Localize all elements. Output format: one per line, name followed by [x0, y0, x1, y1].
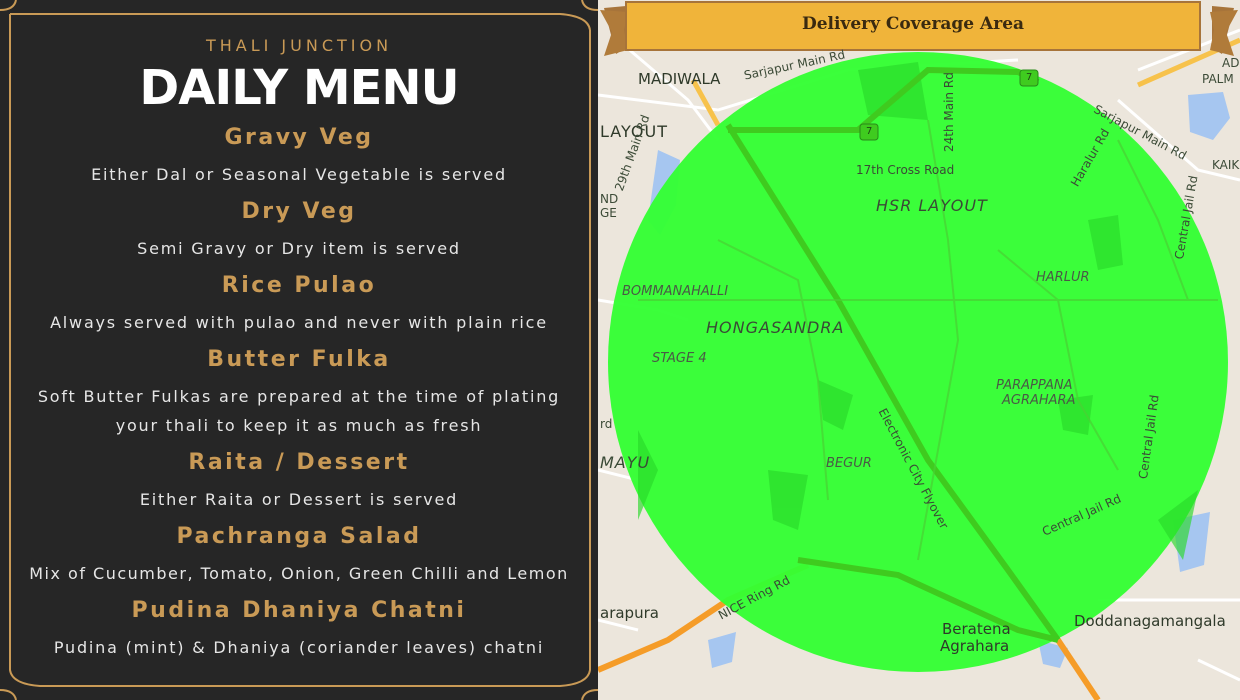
menu-item: Butter Fulka Soft Butter Fulkas are prep… [0, 342, 598, 445]
map-label-harlur: HARLUR [1036, 270, 1090, 285]
menu-item: Pachranga Salad Mix of Cucumber, Tomato,… [0, 519, 598, 593]
menu-item: Gravy Veg Either Dal or Seasonal Vegetab… [0, 120, 598, 194]
menu-item-description: your thali to keep it as much as fresh [0, 411, 598, 445]
map-label-beratena: Beratena [942, 620, 1011, 638]
menu-item-description: Pudina (mint) & Dhaniya (coriander leave… [53, 638, 545, 657]
map-label-mayu: MAYU [600, 453, 651, 472]
menu-item-name: Pachranga Salad [176, 524, 422, 549]
menu-item: Raita / Dessert Either Raita or Dessert … [0, 445, 598, 519]
banner-title: Delivery Coverage Area [801, 14, 1025, 34]
delivery-map: Delivery Coverage Area MADIWALA Sarjapur… [598, 0, 1240, 700]
menu-item-name: Dry Veg [241, 199, 357, 224]
map-base [598, 0, 1240, 700]
map-label-agrahara: AGRAHARA [1002, 393, 1076, 408]
menu-title: DAILY MENU [139, 60, 459, 116]
menu-item-name: Rice Pulao [221, 273, 377, 298]
menu-item-list: Gravy Veg Either Dal or Seasonal Vegetab… [0, 120, 598, 667]
map-label-kaik: KAIK [1212, 158, 1240, 172]
map-label-24th-main-rd: 24th Main Rd [942, 72, 956, 152]
map-label-doddanagamangala: Doddanagamangala [1074, 612, 1226, 630]
menu-item-description-line: your thali to keep it as much as fresh [115, 416, 483, 435]
menu-item-name: Raita / Dessert [188, 450, 410, 475]
map-label-agrahara-town: Agrahara [940, 637, 1010, 655]
menu-panel: THALI JUNCTION DAILY MENU Gravy Veg Eith… [0, 0, 598, 700]
map-label-parappana: PARAPPANA [996, 378, 1073, 393]
menu-item: Pudina Dhaniya Chatni Pudina (mint) & Dh… [0, 593, 598, 667]
map-label-stage-4: STAGE 4 [652, 351, 707, 366]
menu-item: Rice Pulao Always served with pulao and … [0, 268, 598, 342]
menu-item-description: Soft Butter Fulkas are prepared at the t… [0, 382, 598, 411]
map-label-rd: rd [600, 417, 613, 431]
menu-item-description: Semi Gravy or Dry item is served [137, 239, 461, 258]
map-label-hongasandra: HONGASANDRA [706, 318, 845, 337]
map-label-madiwala: MADIWALA [638, 70, 721, 88]
map-label-ad: AD [1222, 56, 1240, 70]
map-label-17th-cross-road: 17th Cross Road [856, 163, 955, 177]
menu-item-name: Gravy Veg [224, 125, 374, 150]
menu-item-description: Either Raita or Dessert is served [139, 490, 459, 509]
menu-item-name: Butter Fulka [207, 347, 391, 372]
map-label-ge: GE [600, 206, 617, 220]
menu-item-description-line: Soft Butter Fulkas are prepared at the t… [37, 387, 561, 406]
map-label-begur: BEGUR [826, 456, 872, 471]
menu-item-description: Always served with pulao and never with … [50, 313, 548, 332]
map-label-palm: PALM [1202, 72, 1234, 86]
route-shield-7: 7 [866, 126, 873, 137]
restaurant-name: THALI JUNCTION [205, 36, 393, 55]
map-label-hsr-layout: HSR LAYOUT [876, 196, 988, 215]
map-label-bommanahalli: BOMMANAHALLI [622, 284, 729, 299]
map-label-nd: ND [600, 192, 619, 206]
menu-item: Dry Veg Semi Gravy or Dry item is served [0, 194, 598, 268]
route-shield-7: 7 [1026, 72, 1033, 83]
menu-item-description: Either Dal or Seasonal Vegetable is serv… [91, 165, 507, 184]
menu-item-description: Mix of Cucumber, Tomato, Onion, Green Ch… [29, 564, 569, 583]
menu-item-name: Pudina Dhaniya Chatni [131, 598, 467, 623]
map-label-arapura: arapura [600, 604, 659, 622]
